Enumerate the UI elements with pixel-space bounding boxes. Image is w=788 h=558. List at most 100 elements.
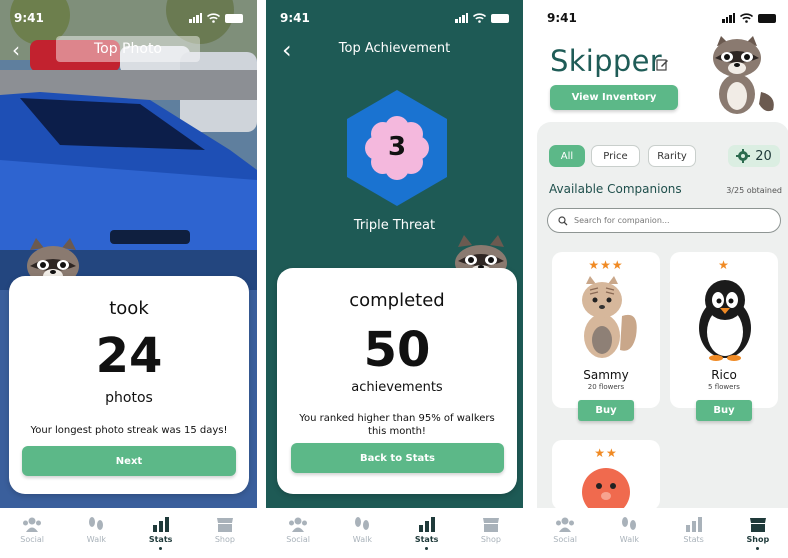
filter-price[interactable]: Price [591, 145, 640, 167]
badge-name: Triple Threat [353, 218, 436, 233]
tab-bar: Social Walk Stats Shop [0, 508, 257, 558]
tab-stats[interactable]: Stats [405, 516, 449, 550]
status-icons [722, 13, 776, 23]
stats-icon [152, 517, 169, 532]
filter-rarity[interactable]: Rarity [648, 145, 696, 167]
penguin-illustration [699, 280, 751, 361]
active-indicator [159, 547, 163, 550]
tab-label: Stats [414, 535, 439, 544]
stat-number: 50 [363, 322, 431, 378]
status-bar: 9:41 [266, 0, 523, 36]
battery-icon [491, 13, 509, 23]
companion-price: 20 flowers [587, 383, 625, 391]
companion-card-sammy[interactable]: ★★★ Sammy 20 flowers Buy [552, 252, 660, 421]
stat-note: Your longest photo streak was 15 days! [30, 425, 228, 436]
tab-label: Shop [480, 535, 501, 544]
wifi-icon [740, 13, 753, 23]
tab-shop[interactable]: Shop [736, 516, 780, 550]
buy-button[interactable]: Buy [578, 400, 634, 421]
tab-label: Stats [148, 535, 173, 544]
status-time: 9:41 [280, 11, 310, 25]
tab-stats[interactable]: Stats [672, 516, 716, 544]
tab-label: Walk [619, 535, 639, 544]
rarity-stars: ★ [718, 258, 730, 272]
walk-icon [89, 517, 104, 530]
tab-stats[interactable]: Stats [139, 516, 183, 550]
badge-value: 3 [387, 132, 407, 162]
status-icons [189, 13, 243, 23]
stat-unit: achievements [351, 380, 443, 395]
companion-price: 5 flowers [708, 383, 740, 391]
achievement-badge: 3 [343, 88, 451, 208]
active-indicator [425, 547, 429, 550]
orange-creature-illustration [582, 468, 630, 510]
shop-icon [749, 518, 766, 532]
tab-label: Shop [214, 535, 235, 544]
section-title: Available Companions [549, 182, 682, 196]
search-bar [547, 208, 781, 233]
tab-label: Social [20, 535, 44, 544]
signal-icon [189, 13, 202, 23]
gear-coin-icon [736, 149, 751, 163]
tab-label: Walk [86, 535, 106, 544]
next-button[interactable]: Next [22, 446, 236, 476]
companion-card-rico[interactable]: ★ Rico 5 flowers Buy [670, 252, 778, 421]
page-title: Top Photo [56, 36, 200, 62]
page-title: Top Achievement [338, 41, 451, 56]
back-to-stats-button[interactable]: Back to Stats [291, 443, 504, 473]
battery-icon [758, 13, 776, 23]
tab-social[interactable]: Social [10, 516, 54, 544]
buy-button[interactable]: Buy [696, 400, 752, 421]
stat-unit: photos [105, 390, 153, 406]
rarity-stars: ★★★ [588, 258, 624, 272]
stat-verb: took [109, 298, 149, 319]
companion-name: Sammy [583, 368, 629, 382]
tab-walk[interactable]: Walk [340, 516, 384, 544]
active-indicator [756, 547, 760, 550]
squirrel-illustration [582, 276, 637, 358]
filter-all[interactable]: All [549, 145, 585, 167]
top-photo-screen: 9:41 ‹ Top Photo took 24 photos Your lon… [0, 0, 257, 558]
wifi-icon [473, 13, 486, 23]
obtained-count: 3/25 obtained [726, 186, 782, 195]
companion-card[interactable]: ★★ [552, 440, 660, 510]
shop-icon [216, 518, 233, 532]
tab-walk[interactable]: Walk [607, 516, 651, 544]
status-bar: 9:41 [533, 0, 788, 36]
tab-social[interactable]: Social [276, 516, 320, 544]
stats-icon [685, 517, 702, 532]
social-icon [23, 517, 42, 532]
status-bar: 9:41 [0, 0, 257, 36]
status-time: 9:41 [547, 11, 577, 25]
stat-note: You ranked higher than 95% of walkers th… [299, 413, 495, 437]
tab-label: Walk [352, 535, 372, 544]
view-inventory-button[interactable]: View Inventory [550, 85, 678, 110]
shop-icon [482, 518, 499, 532]
tab-label: Stats [683, 535, 704, 544]
walk-icon [622, 517, 637, 530]
companion-name: Rico [711, 368, 737, 382]
stats-icon [418, 517, 435, 532]
rarity-stars: ★★ [594, 446, 618, 460]
status-icons [455, 13, 509, 23]
tab-bar: Social Walk Stats Shop [533, 508, 788, 558]
search-input[interactable] [574, 216, 764, 225]
edit-icon[interactable] [656, 58, 669, 71]
status-time: 9:41 [14, 11, 44, 25]
signal-icon [455, 13, 468, 23]
raccoon-mascot [713, 36, 774, 114]
tab-shop[interactable]: Shop [203, 516, 247, 544]
back-arrow-icon[interactable]: ‹ [12, 40, 20, 60]
tab-social[interactable]: Social [543, 516, 587, 544]
top-achievement-screen: 9:41 ‹ Top Achievement 3 Triple Threat c… [266, 0, 523, 558]
tab-label: Shop [746, 535, 770, 544]
walk-icon [355, 517, 370, 530]
coin-count: 20 [755, 148, 772, 164]
tab-label: Social [286, 535, 310, 544]
shop-screen: 9:41 Skipper View Inventory All Price Ra… [533, 0, 788, 558]
battery-icon [225, 13, 243, 23]
tab-walk[interactable]: Walk [74, 516, 118, 544]
tab-bar: Social Walk Stats Shop [266, 508, 523, 558]
tab-shop[interactable]: Shop [469, 516, 513, 544]
tab-label: Social [553, 535, 577, 544]
